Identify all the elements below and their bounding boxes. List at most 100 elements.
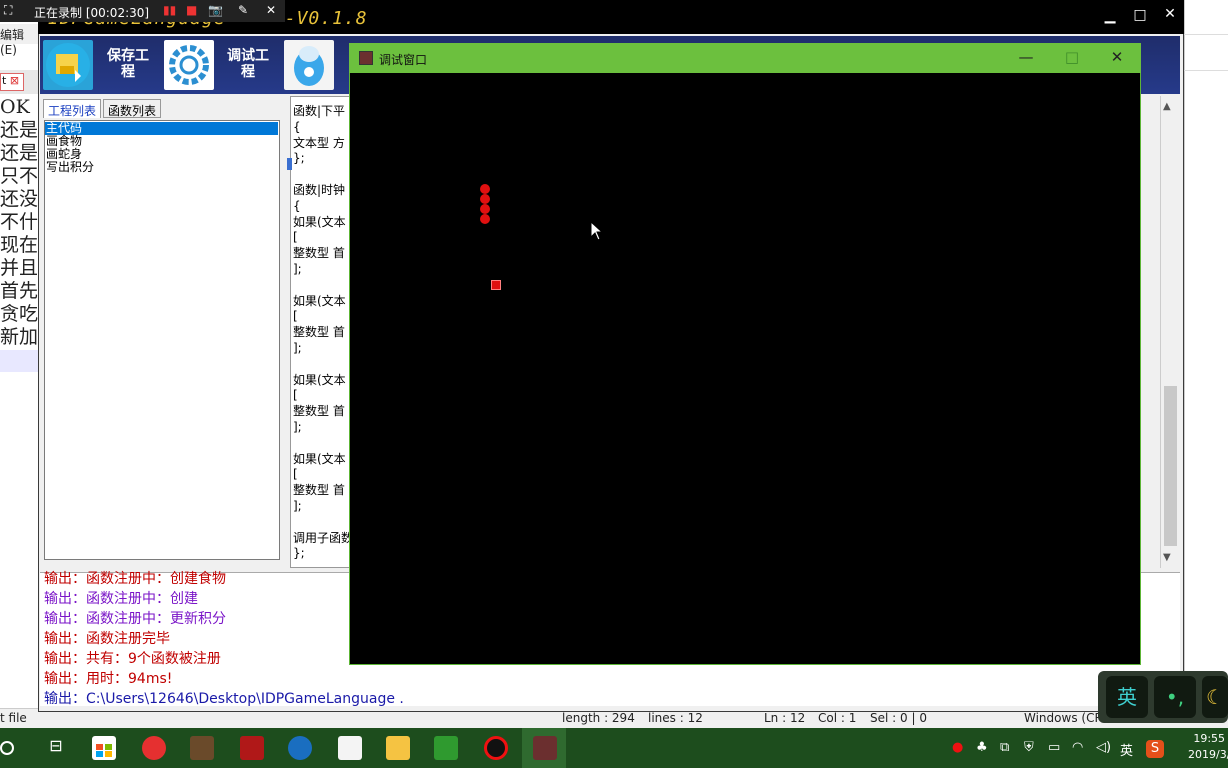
clock[interactable]: 19:55 2019/3/	[1188, 731, 1228, 763]
scroll-up-icon[interactable]: ▲	[1163, 101, 1171, 112]
editor-line: 还没	[0, 188, 39, 210]
cleanup-icon[interactable]	[284, 40, 334, 90]
project-list	[44, 120, 280, 560]
tab-close-icon[interactable]: ⊠	[6, 74, 19, 87]
network-tray-icon[interactable]: ⧉	[1000, 740, 1009, 755]
debug-app-icon[interactable]	[533, 736, 557, 760]
close-icon[interactable]: ✕	[1158, 6, 1182, 22]
editor-line: 还是	[0, 119, 39, 141]
qq-tray-icon[interactable]: ♣	[976, 740, 988, 755]
minimize-icon[interactable]: ▁	[1098, 8, 1122, 24]
tab-function-list[interactable]: 函数列表	[103, 99, 162, 118]
ime-moon-button[interactable]: ☾	[1202, 676, 1228, 718]
ime-indicator[interactable]: 英	[1120, 740, 1133, 759]
camera-icon[interactable]: 📷	[208, 3, 223, 17]
notepad-plus-icon[interactable]	[434, 736, 458, 760]
code-line: ];	[293, 262, 302, 276]
clock-time: 19:55	[1193, 732, 1226, 745]
browser-icon[interactable]	[288, 736, 312, 760]
save-project-icon[interactable]	[43, 40, 93, 90]
search-icon[interactable]	[0, 741, 14, 755]
status-length: length : 294	[562, 711, 635, 725]
output-line: 输出：函数注册中：创建	[44, 591, 198, 607]
app-icon	[359, 51, 373, 65]
output-line: 输出：函数注册中：更新积分	[44, 611, 226, 627]
task-view-icon[interactable]: ⊟	[44, 736, 68, 760]
status-sel: Sel : 0 | 0	[870, 711, 927, 725]
snake-segment	[480, 204, 490, 214]
code-line: };	[293, 151, 305, 166]
remote-app-icon[interactable]	[338, 736, 362, 760]
scroll-down-icon[interactable]: ▼	[1163, 552, 1171, 563]
settings-gear-icon[interactable]	[164, 40, 214, 90]
sogou-ime-icon[interactable]: S	[1146, 740, 1164, 758]
virus-tool-icon[interactable]	[240, 736, 264, 760]
snake-segment	[480, 214, 490, 224]
code-line: 如果(文本	[293, 372, 346, 387]
recording-status: 正在录制 [00:02:30]	[34, 6, 150, 20]
tab-project-list[interactable]: 工程列表	[43, 99, 102, 118]
maximize-icon[interactable]: □	[1060, 48, 1084, 66]
vertical-scrollbar[interactable]: ▲ ▼	[1160, 96, 1180, 568]
editor-line: 还是	[0, 142, 39, 164]
editor-line: 新加	[0, 326, 39, 348]
stop-icon[interactable]: ■	[186, 3, 197, 17]
volume-icon[interactable]: ◁)	[1096, 740, 1111, 755]
code-line: 函数|下平	[293, 104, 346, 118]
wifi-icon[interactable]: ◠	[1072, 740, 1083, 755]
editor-line: 并且	[0, 257, 39, 279]
file-explorer-icon[interactable]	[386, 736, 410, 760]
code-line: 整数型 首	[293, 483, 345, 498]
status-lines: lines : 12	[648, 711, 703, 725]
code-line: {	[293, 198, 301, 213]
status-col: Col : 1	[818, 711, 857, 725]
editor-tab[interactable]: t ⊠	[0, 73, 24, 91]
battery-tray-icon[interactable]: ▭	[1048, 740, 1060, 755]
record-tray-icon[interactable]: ●	[952, 740, 963, 755]
output-line: 输出：函数注册完毕	[44, 631, 170, 647]
editor-line: 不什	[0, 211, 39, 233]
editor-line: 只不	[0, 165, 39, 187]
editor-right-pane	[1184, 0, 1228, 708]
code-line: 文本型 方	[293, 135, 345, 150]
code-line: 如果(文本	[293, 293, 346, 308]
code-line: [	[293, 309, 298, 324]
ime-punctuation-button[interactable]: •,	[1154, 676, 1196, 718]
code-line: 函数|时钟	[293, 183, 346, 197]
close-icon[interactable]: ✕	[266, 3, 276, 17]
editor-line: 现在	[0, 234, 39, 256]
code-line: [	[293, 388, 298, 403]
recorder-app-icon[interactable]	[484, 736, 508, 760]
security-tray-icon[interactable]: ⛨	[1024, 740, 1034, 755]
status-ln: Ln : 12	[764, 711, 806, 725]
debug-window	[349, 43, 1141, 665]
ime-language-button[interactable]: 英	[1106, 676, 1148, 718]
screen-recorder-bar: ⛶ 正在录制 [00:02:30] ▮▮ ■ 📷 ✎ ✕	[0, 0, 285, 22]
code-line: ];	[293, 341, 302, 355]
store-icon[interactable]	[92, 736, 116, 760]
scroll-thumb[interactable]	[1164, 386, 1177, 546]
output-line: 输出：用时：94ms!	[44, 671, 173, 687]
edit-menu[interactable]: 编辑(E)	[0, 24, 40, 57]
pen-icon[interactable]: ✎	[238, 3, 248, 17]
save-project-button[interactable]: 保存工程	[104, 48, 152, 80]
mouse-cursor-icon	[590, 220, 604, 245]
editor-line: 贪吃	[0, 303, 39, 325]
snake-segment	[480, 184, 490, 194]
code-line: [	[293, 467, 298, 482]
minimize-icon[interactable]: —	[1014, 48, 1038, 66]
music-app-icon[interactable]	[142, 736, 166, 760]
editor-line: OK	[0, 96, 30, 118]
close-icon[interactable]: ✕	[1105, 48, 1129, 66]
taskbar	[0, 728, 1228, 768]
output-line: 输出：共有：9个函数被注册	[44, 651, 221, 667]
debug-project-button[interactable]: 调试工程	[224, 48, 272, 80]
code-line: };	[293, 546, 305, 561]
maximize-icon[interactable]: □	[1128, 7, 1152, 23]
status-eol: Windows (CR	[1024, 711, 1103, 725]
pause-icon[interactable]: ▮▮	[163, 3, 176, 17]
code-line: [	[293, 230, 298, 245]
project-item[interactable]: 写出积分	[46, 161, 94, 174]
code-line: ];	[293, 499, 302, 513]
game-icon[interactable]	[190, 736, 214, 760]
